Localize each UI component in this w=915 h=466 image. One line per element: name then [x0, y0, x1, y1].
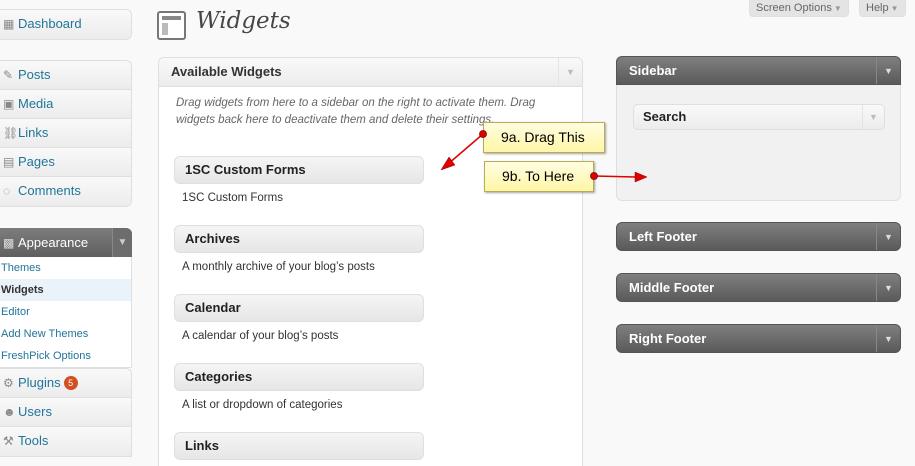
chevron-down-icon[interactable]: ▼ [558, 58, 582, 86]
submenu-item-add-new-themes[interactable]: Add New Themes [0, 323, 131, 345]
chevron-down-icon[interactable]: ▼ [876, 57, 900, 84]
menu-label: Users [18, 404, 52, 419]
widget-archives[interactable]: Archives [174, 225, 424, 253]
menu-item-plugins[interactable]: ⚙ Plugins 5 [0, 369, 131, 398]
page-title: Widgets [196, 8, 291, 34]
sidebar-area-middle-footer[interactable]: Middle Footer ▼ [616, 273, 901, 302]
comment-icon: ◌ [3, 184, 11, 198]
widget-description: A list or dropdown of categories [182, 399, 343, 411]
menu-group-tools: ⚙ Plugins 5 ☻ Users ⚒ Tools [0, 368, 132, 457]
sidebar-area-right-footer[interactable]: Right Footer ▼ [616, 324, 901, 353]
menu-label: Dashboard [18, 16, 82, 31]
chevron-down-icon: ▼ [833, 4, 842, 13]
panel-title: Available Widgets [171, 64, 282, 79]
widget-1sc-custom-forms[interactable]: 1SC Custom Forms [174, 156, 424, 184]
menu-label: Posts [18, 67, 51, 82]
media-icon: ▣ [3, 97, 15, 111]
users-icon: ☻ [3, 405, 16, 419]
submenu-item-widgets[interactable]: Widgets [0, 279, 131, 301]
chevron-down-icon[interactable]: ▼ [876, 274, 900, 301]
menu-label: Plugins [18, 375, 61, 390]
chevron-down-icon[interactable]: ▼ [876, 325, 900, 352]
callout-to-here: 9b. To Here [484, 161, 594, 192]
widget-description: A monthly archive of your blog’s posts [182, 261, 375, 273]
link-icon: ⛓ [3, 126, 19, 140]
widget-categories[interactable]: Categories [174, 363, 424, 391]
menu-group-appearance: ▩ Appearance ▼ Themes Widgets Editor Add … [0, 228, 132, 368]
plugin-update-badge: 5 [63, 376, 78, 390]
menu-label: Links [18, 125, 49, 140]
sidebar-title: Middle Footer [629, 280, 715, 295]
submenu-item-freshpick-options[interactable]: FreshPick Options [0, 345, 131, 367]
sidebar-area-main: Sidebar ▼ Search ▼ [616, 56, 901, 201]
help-button[interactable]: Help ▼ [859, 0, 906, 17]
widgets-page-icon [157, 11, 186, 40]
chevron-down-icon[interactable]: ▼ [862, 105, 884, 129]
sidebar-area-left-footer[interactable]: Left Footer ▼ [616, 222, 901, 251]
widget-description: A calendar of your blog’s posts [182, 330, 339, 342]
menu-item-posts[interactable]: ✎ Posts [0, 61, 131, 90]
menu-item-tools[interactable]: ⚒ Tools [0, 427, 131, 456]
menu-item-dashboard[interactable]: ▦ Dashboard [0, 10, 131, 39]
menu-item-comments[interactable]: ◌ Comments [0, 177, 131, 206]
appearance-submenu: Themes Widgets Editor Add New Themes Fre… [0, 257, 132, 368]
menu-item-appearance[interactable]: ▩ Appearance ▼ [0, 228, 132, 257]
chevron-down-icon[interactable]: ▼ [112, 228, 132, 257]
sidebar-area-header[interactable]: Sidebar ▼ [616, 56, 901, 85]
menu-item-users[interactable]: ☻ Users [0, 398, 131, 427]
help-label: Help [866, 2, 889, 14]
menu-group-dashboard: ▦ Dashboard [0, 9, 132, 40]
menu-group-content: ✎ Posts ▣ Media ⛓Links ▤ Pages ◌ Comments [0, 60, 132, 207]
page-icon: ▤ [3, 155, 15, 169]
menu-item-pages[interactable]: ▤ Pages [0, 148, 131, 177]
submenu-item-themes[interactable]: Themes [0, 257, 131, 279]
chevron-down-icon: ▼ [890, 4, 899, 13]
menu-item-links[interactable]: ⛓Links [0, 119, 131, 148]
screen-options-button[interactable]: Screen Options ▼ [749, 0, 849, 17]
callout-drag-this: 9a. Drag This [483, 122, 605, 153]
menu-label: Pages [18, 154, 55, 169]
menu-label: Tools [18, 433, 49, 448]
dashboard-icon: ▦ [3, 17, 15, 31]
chevron-down-icon[interactable]: ▼ [876, 223, 900, 250]
plugin-icon: ⚙ [3, 376, 14, 390]
menu-label: Comments [18, 183, 81, 198]
sidebar-title: Sidebar [629, 63, 677, 78]
widget-title: Search [643, 109, 687, 124]
menu-item-media[interactable]: ▣ Media [0, 90, 131, 119]
admin-menu: ▦ Dashboard ✎ Posts ▣ Media ⛓Links ▤ Pages ◌… [0, 0, 133, 466]
menu-label: Media [18, 96, 54, 111]
appearance-icon: ▩ [3, 236, 15, 250]
sidebar-title: Right Footer [629, 331, 707, 346]
submenu-item-editor[interactable]: Editor [0, 301, 131, 323]
widget-links[interactable]: Links [174, 432, 424, 460]
screen-options-label: Screen Options [756, 2, 832, 14]
menu-label: Appearance [18, 235, 89, 250]
widget-description: 1SC Custom Forms [182, 192, 283, 204]
sidebar-title: Left Footer [629, 229, 697, 244]
tools-icon: ⚒ [3, 434, 14, 448]
widget-search[interactable]: Search ▼ [633, 104, 885, 130]
widget-calendar[interactable]: Calendar [174, 294, 424, 322]
pin-icon: ✎ [3, 68, 14, 82]
available-widgets-header[interactable]: Available Widgets ▼ [159, 58, 582, 87]
